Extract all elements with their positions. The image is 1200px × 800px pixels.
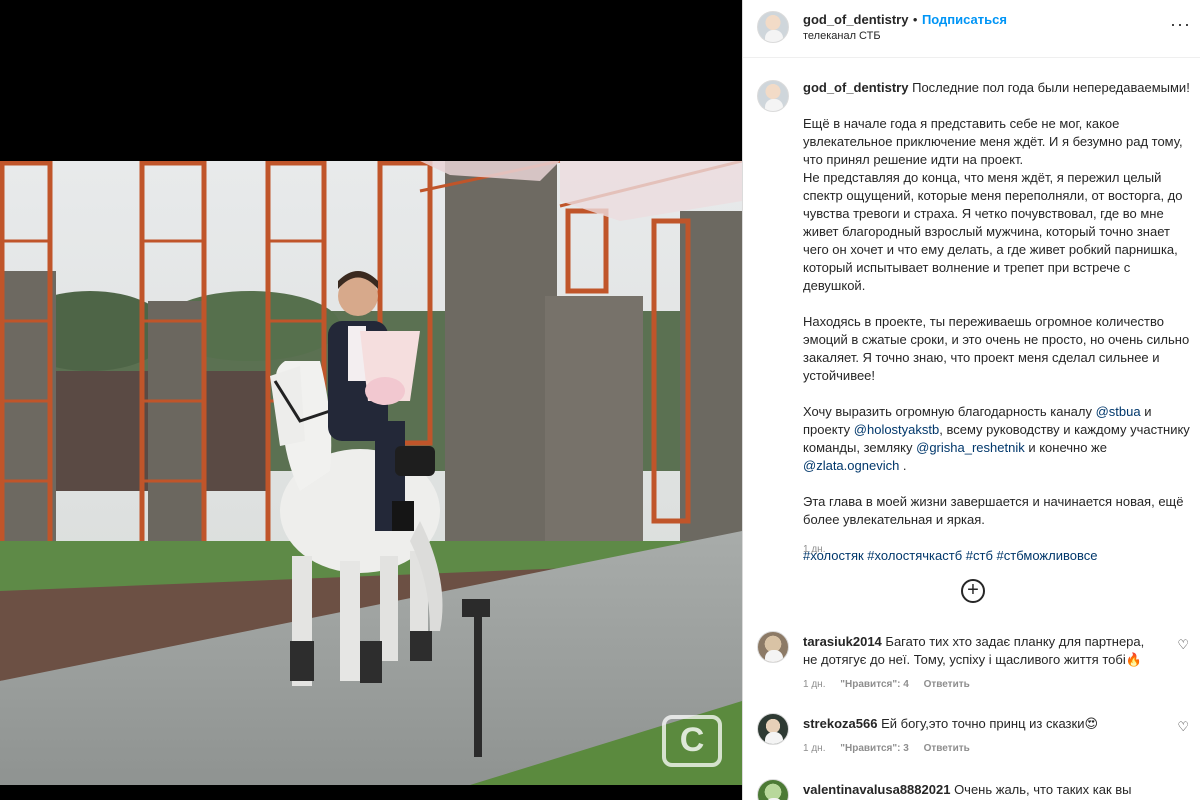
mention-link-stbua[interactable]: @stbua: [1096, 404, 1141, 419]
comment-text: strekoza566 Ей богу,это точно принц из с…: [803, 715, 1158, 733]
comment-text: tarasiuk2014 Багато тих хто задає планку…: [803, 633, 1158, 669]
username-link[interactable]: god_of_dentistry: [803, 12, 908, 27]
mention-link-holostyakstb[interactable]: @holostyakstb: [854, 422, 939, 437]
hashtag-link[interactable]: #стбможливовсе: [997, 548, 1098, 563]
post-header: god_of_dentistry • Подписаться телеканал…: [743, 0, 1200, 58]
caption-paragraph-1: Ещё в начале года я представить себе не …: [803, 116, 1183, 293]
hashtags: #холостяк #холостячкастб #стб #стбможлив…: [803, 547, 1193, 565]
location-text[interactable]: телеканал СТБ: [803, 30, 881, 42]
comment-username[interactable]: valentinavalusa8882021: [803, 782, 950, 797]
thanks-text: Хочу выразить огромную благодарность кан…: [803, 404, 1096, 419]
caption-username[interactable]: god_of_dentistry: [803, 80, 908, 95]
thanks-text: и конечно же: [1024, 440, 1107, 455]
reply-button[interactable]: Ответить: [924, 743, 970, 754]
post-panel: god_of_dentistry • Подписаться телеканал…: [742, 0, 1200, 800]
like-heart-icon[interactable]: ♡: [1177, 719, 1189, 735]
comment-time[interactable]: 1 дн.: [803, 743, 825, 754]
separator-dot: •: [912, 12, 918, 27]
caption-paragraph-2: Находясь в проекте, ты переживаешь огром…: [803, 314, 1190, 383]
comment-avatar[interactable]: [757, 631, 789, 663]
comment-likes[interactable]: "Нравится": 4: [840, 679, 909, 690]
comment-avatar[interactable]: [757, 779, 789, 800]
watermark-logo: [662, 715, 722, 767]
hashtag-link[interactable]: #стб: [966, 548, 993, 563]
photo-pane: [0, 0, 742, 800]
caption: god_of_dentistry Последние пол года были…: [803, 79, 1193, 583]
load-more-comments-icon[interactable]: +: [961, 579, 985, 603]
mention-link-grisha[interactable]: @grisha_reshetnik: [916, 440, 1025, 455]
comment-text: valentinavalusa8882021 Очень жаль, что т…: [803, 781, 1158, 800]
comment-avatar[interactable]: [757, 713, 789, 745]
caption-paragraph-3: Хочу выразить огромную благодарность кан…: [803, 403, 1193, 475]
comment-meta: 1 дн. "Нравится": 4 Ответить: [803, 679, 982, 690]
header-title: god_of_dentistry • Подписаться: [803, 11, 1007, 29]
caption-first-text: Последние пол года были непередаваемыми!: [912, 80, 1190, 95]
thanks-text: .: [899, 458, 907, 473]
comment-meta: 1 дн. "Нравится": 3 Ответить: [803, 743, 982, 754]
post-photo[interactable]: [0, 161, 742, 785]
comment-username[interactable]: tarasiuk2014: [803, 634, 882, 649]
follow-button[interactable]: Подписаться: [922, 12, 1007, 27]
reply-button[interactable]: Ответить: [924, 679, 970, 690]
caption-avatar[interactable]: [757, 80, 789, 112]
mention-link-zlata[interactable]: @zlata.ognevich: [803, 458, 899, 473]
caption-timestamp[interactable]: 1 дн.: [803, 544, 825, 555]
comment-username[interactable]: strekoza566: [803, 716, 877, 731]
photo-illustration: [0, 161, 742, 785]
avatar[interactable]: [757, 11, 789, 43]
comment-body: Ей богу,это точно принц из сказки😍: [881, 716, 1099, 731]
more-options-icon[interactable]: ···: [1170, 14, 1191, 35]
caption-paragraph-4: Эта глава в моей жизни завершается и нач…: [803, 494, 1184, 527]
comment-likes[interactable]: "Нравится": 3: [840, 743, 909, 754]
caption-first-line: god_of_dentistry Последние пол года были…: [803, 79, 1193, 97]
like-heart-icon[interactable]: ♡: [1177, 637, 1189, 653]
post-body: god_of_dentistry Последние пол года были…: [743, 59, 1200, 800]
comment-time[interactable]: 1 дн.: [803, 679, 825, 690]
hashtag-link[interactable]: #холостячкастб: [867, 548, 962, 563]
